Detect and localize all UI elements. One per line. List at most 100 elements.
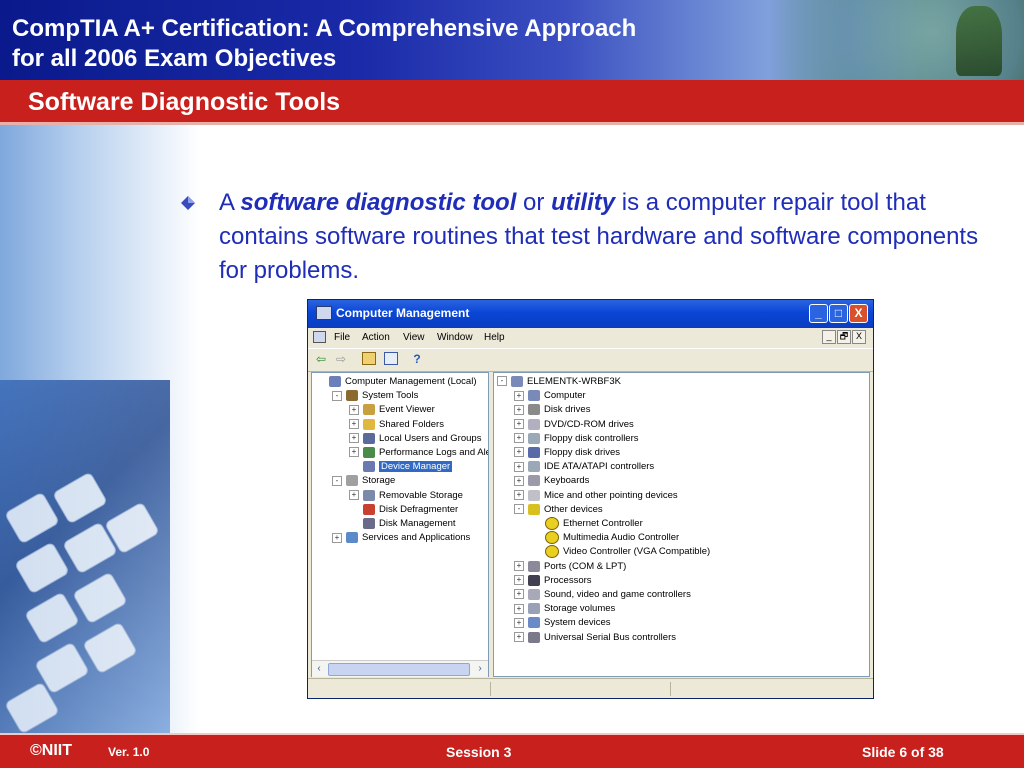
tree-item-label: Computer <box>544 390 586 402</box>
tree-item[interactable]: Ethernet Controller <box>531 517 643 531</box>
tree-item[interactable]: Computer Management (Local) <box>315 375 476 389</box>
computer-icon <box>511 375 523 387</box>
tree-item[interactable]: + Universal Serial Bus controllers <box>514 631 676 645</box>
expand-icon[interactable]: + <box>514 589 524 600</box>
tree-item-label: Computer Management (Local) <box>345 376 477 387</box>
status-bar <box>308 678 873 699</box>
expand-icon[interactable]: + <box>349 447 359 458</box>
menu-view[interactable]: View <box>403 332 425 343</box>
version-label: Ver. 1.0 <box>108 745 150 759</box>
show-hide-tree-icon[interactable] <box>384 352 398 365</box>
defrag-icon <box>363 503 375 515</box>
child-close-button[interactable]: X <box>852 330 866 344</box>
expand-icon[interactable]: + <box>514 632 524 643</box>
tree-item[interactable]: + Storage volumes <box>514 602 615 616</box>
tree-item-label: Disk drives <box>544 404 591 416</box>
expand-icon[interactable]: + <box>514 433 524 444</box>
tree-item[interactable]: + Floppy disk drives <box>514 446 620 460</box>
processor-icon <box>528 574 540 586</box>
tree-item-label: Keyboards <box>544 475 590 487</box>
keyboard-key <box>3 491 61 545</box>
tree-item[interactable]: Video Controller (VGA Compatible) <box>531 545 710 559</box>
expand-icon[interactable]: + <box>514 447 524 458</box>
expand-icon[interactable]: + <box>349 433 359 444</box>
tree-item[interactable]: + Sound, video and game controllers <box>514 588 691 602</box>
expand-icon[interactable]: + <box>514 461 524 472</box>
tree-item-label: System devices <box>544 617 611 629</box>
section-title: Software Diagnostic Tools <box>28 88 341 116</box>
tree-item[interactable]: + Services and Applications <box>332 531 470 545</box>
expand-icon[interactable]: + <box>349 419 359 430</box>
tree-item[interactable]: + Keyboards <box>514 474 589 488</box>
tree-item[interactable]: + Mice and other pointing devices <box>514 489 678 503</box>
tree-item[interactable]: + Removable Storage <box>349 489 463 503</box>
expand-icon[interactable]: + <box>349 404 359 415</box>
warning-icon <box>545 517 559 530</box>
tree-item[interactable]: + Performance Logs and Alerts <box>349 446 488 460</box>
tree-item[interactable]: + Computer <box>514 389 586 403</box>
back-arrow-icon[interactable]: ⇦ <box>314 352 328 366</box>
horizontal-scrollbar[interactable]: ‹ › <box>312 660 488 677</box>
tree-item[interactable]: - ELEMENTK-WRBF3K <box>497 375 621 389</box>
child-minimize-button[interactable]: _ <box>822 330 836 344</box>
scrollbar-thumb[interactable] <box>328 663 470 676</box>
tree-item[interactable]: + Local Users and Groups <box>349 432 481 446</box>
menu-file[interactable]: File <box>334 332 350 343</box>
slide-footer: ©NIIT Ver. 1.0 Session 3 Slide 6 of 38 <box>0 735 1024 768</box>
maximize-button[interactable]: □ <box>829 304 848 323</box>
expand-icon[interactable]: + <box>332 532 342 543</box>
menu-action[interactable]: Action <box>362 332 390 343</box>
expand-icon[interactable]: + <box>514 617 524 628</box>
menu-window[interactable]: Window <box>437 332 473 343</box>
collapse-icon[interactable]: - <box>497 376 507 387</box>
expand-icon[interactable]: + <box>514 561 524 572</box>
tree-item-label: Local Users and Groups <box>379 432 482 444</box>
expand-icon[interactable]: + <box>514 390 524 401</box>
tree-item[interactable]: + Ports (COM & LPT) <box>514 560 626 574</box>
expand-icon[interactable]: + <box>514 575 524 586</box>
up-folder-icon[interactable] <box>362 352 376 365</box>
tree-item[interactable]: + System devices <box>514 616 611 630</box>
help-icon[interactable]: ? <box>410 352 424 366</box>
child-restore-button[interactable]: 🗗 <box>837 330 851 344</box>
tree-item[interactable]: + Floppy disk controllers <box>514 432 639 446</box>
expand-icon[interactable]: + <box>514 490 524 501</box>
scroll-left-arrow-icon[interactable]: ‹ <box>313 662 325 675</box>
tree-item-label: Ethernet Controller <box>563 518 643 530</box>
expand-icon[interactable]: + <box>514 603 524 614</box>
section-bar: Software Diagnostic Tools <box>0 80 1024 122</box>
tree-item[interactable]: - Other devices <box>514 503 603 517</box>
tree-item-label: Performance Logs and Alerts <box>379 447 488 458</box>
tree-item[interactable]: + Shared Folders <box>349 418 444 432</box>
device-tree-pane: - ELEMENTK-WRBF3K + Computer + Disk drives + DV… <box>493 372 870 677</box>
definition-paragraph: A software diagnostic tool or utility is… <box>219 186 979 288</box>
close-button[interactable]: X <box>849 304 868 323</box>
tree-item[interactable]: + DVD/CD-ROM drives <box>514 418 634 432</box>
tree-item[interactable]: Disk Defragmenter <box>349 503 458 517</box>
expand-icon[interactable]: + <box>514 419 524 430</box>
expand-icon[interactable]: + <box>349 490 359 501</box>
status-divider <box>670 682 671 696</box>
keyboard-icon <box>528 475 540 487</box>
minimize-button[interactable]: _ <box>809 304 828 323</box>
tree-item[interactable]: - Storage <box>332 474 395 488</box>
tree-item[interactable]: Multimedia Audio Controller <box>531 531 679 545</box>
tree-item[interactable]: + Processors <box>514 574 592 588</box>
tree-item[interactable]: Disk Management <box>349 517 456 531</box>
menu-help[interactable]: Help <box>484 332 505 343</box>
collapse-icon[interactable]: - <box>332 475 342 486</box>
tree-item[interactable]: + Disk drives <box>514 403 590 417</box>
expand-icon[interactable]: + <box>514 475 524 486</box>
forward-arrow-icon[interactable]: ⇨ <box>334 352 348 366</box>
menu-bar: File Action View Window Help _ 🗗 X <box>308 328 873 348</box>
collapse-icon[interactable]: - <box>332 390 342 401</box>
collapse-icon[interactable]: - <box>514 504 524 515</box>
app-menu-icon[interactable] <box>313 331 326 343</box>
tree-item[interactable]: - System Tools <box>332 389 418 403</box>
tree-item[interactable]: + IDE ATA/ATAPI controllers <box>514 460 654 474</box>
expand-icon[interactable]: + <box>514 404 524 415</box>
scroll-right-arrow-icon[interactable]: › <box>474 662 486 675</box>
tree-item[interactable]: Device Manager <box>349 460 453 474</box>
tree-item-label: Floppy disk controllers <box>544 432 639 444</box>
tree-item[interactable]: + Event Viewer <box>349 403 435 417</box>
